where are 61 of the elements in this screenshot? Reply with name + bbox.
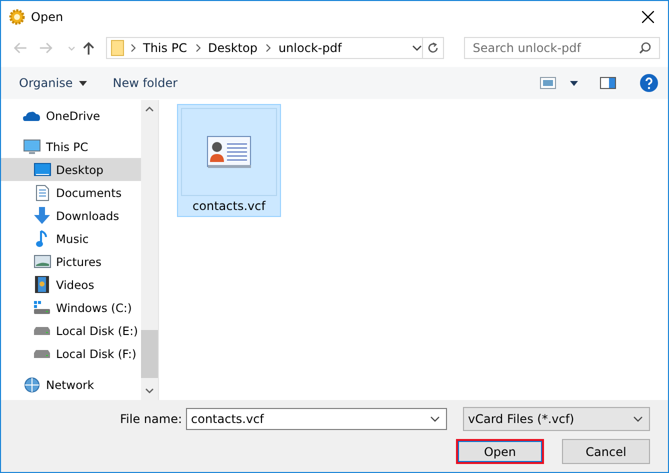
- caret-icon: [78, 80, 87, 86]
- chevron-down-icon[interactable]: [145, 388, 154, 394]
- up-arrow-icon[interactable]: [80, 40, 96, 56]
- close-icon[interactable]: [642, 10, 654, 22]
- field-label: File name:: [120, 412, 182, 426]
- file-type-dropdown[interactable]: vCard Files (*.vcf): [463, 407, 650, 431]
- sidebar-item[interactable]: Windows (C:): [1, 296, 141, 319]
- sidebar-item[interactable]: This PC: [1, 135, 141, 158]
- chevron-down-icon[interactable]: [430, 416, 440, 422]
- desktop-icon: [34, 162, 50, 176]
- refresh-icon: [426, 42, 439, 54]
- drive-icon: [34, 300, 50, 314]
- cloud-icon: [23, 110, 41, 122]
- preview-pane-icon[interactable]: [600, 77, 616, 89]
- chevron-down-icon: [633, 416, 643, 422]
- chevron-right-icon: [131, 44, 136, 52]
- view-icon[interactable]: [540, 77, 556, 89]
- search-field[interactable]: Search unlock-pdf: [464, 37, 660, 59]
- chevron-down-icon[interactable]: [412, 45, 422, 51]
- chevron-up-icon[interactable]: [145, 106, 154, 112]
- down-arrow-icon: [34, 207, 50, 224]
- breadcrumb-item[interactable]: This PC: [143, 41, 187, 55]
- scrollbar-thumb[interactable]: [141, 330, 158, 378]
- refresh-button[interactable]: [422, 37, 444, 59]
- sidebar-item[interactable]: Downloads: [1, 204, 141, 227]
- chevron-right-icon: [266, 44, 272, 52]
- film-icon: [35, 276, 49, 293]
- sidebar-item[interactable]: OneDrive: [1, 104, 141, 127]
- sidebar-item[interactable]: Network: [1, 373, 141, 396]
- toolbar-button[interactable]: New folder: [106, 72, 184, 94]
- folder-icon: [111, 40, 124, 56]
- sidebar-item[interactable]: Local Disk (F:): [1, 342, 141, 365]
- file-item[interactable]: contacts.vcf: [177, 104, 281, 217]
- chevron-right-icon: [196, 44, 201, 52]
- dialog-button[interactable]: Open: [456, 439, 544, 464]
- dialog-button[interactable]: Cancel: [562, 439, 650, 464]
- sidebar-item[interactable]: Videos: [1, 273, 141, 296]
- toolbar-button[interactable]: Organise: [13, 72, 93, 94]
- sidebar-item[interactable]: Pictures: [1, 250, 141, 273]
- search-icon: [639, 42, 651, 54]
- scrollbar[interactable]: [141, 100, 158, 400]
- breadcrumb-item[interactable]: unlock-pdf: [278, 41, 342, 55]
- picture-icon: [34, 255, 50, 268]
- sidebar-item[interactable]: Desktop: [1, 158, 141, 181]
- contact-card-icon: [207, 136, 251, 168]
- globe-icon: [24, 376, 40, 392]
- breadcrumb-item[interactable]: Desktop: [208, 41, 258, 55]
- music-note-icon: [36, 230, 48, 248]
- monitor-icon: [23, 138, 41, 154]
- window-title: Open: [31, 10, 64, 24]
- file-name-field[interactable]: contacts.vcf: [186, 408, 447, 430]
- drive-icon: [34, 350, 50, 358]
- document-icon: [36, 184, 48, 200]
- address-bar[interactable]: This PC Desktop unlock-pdf: [106, 37, 423, 59]
- sidebar-item[interactable]: Documents: [1, 181, 141, 204]
- sidebar-item[interactable]: Music: [1, 227, 141, 250]
- drive-icon: [34, 326, 50, 334]
- help-icon[interactable]: [640, 74, 658, 92]
- gear-icon: [9, 8, 25, 24]
- sidebar-item[interactable]: Local Disk (E:): [1, 319, 141, 342]
- caret-icon[interactable]: [570, 80, 578, 86]
